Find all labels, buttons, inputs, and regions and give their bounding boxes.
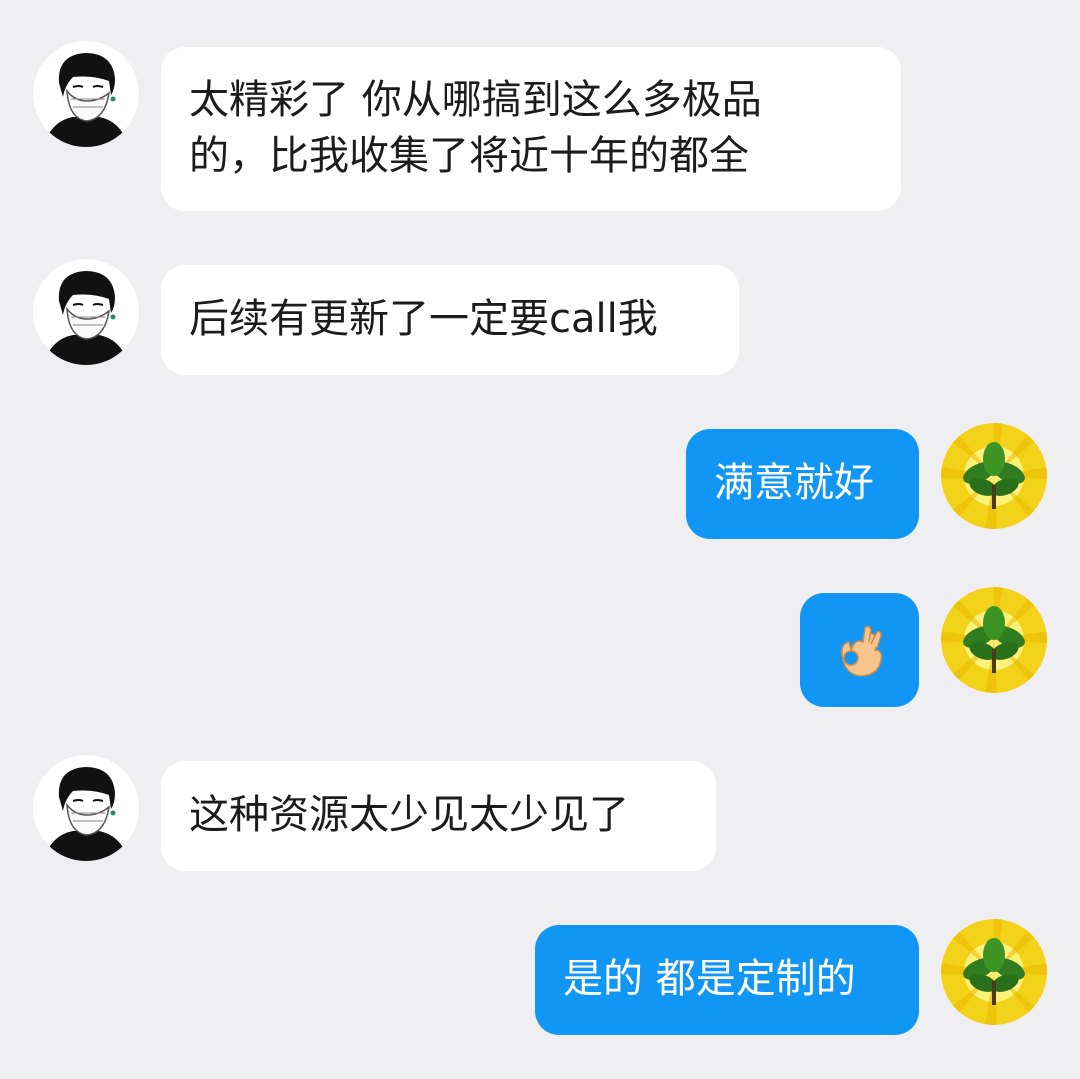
my-avatar[interactable]: [941, 919, 1047, 1025]
masked-person-avatar-icon: [33, 755, 139, 861]
message-bubble-incoming[interactable]: 太精彩了 你从哪搞到这么多极品 的，比我收集了将近十年的都全: [161, 47, 901, 211]
contact-avatar[interactable]: [33, 259, 139, 365]
my-avatar[interactable]: [941, 587, 1047, 693]
message-text-line: 太精彩了 你从哪搞到这么多极品: [189, 77, 762, 123]
message-text-line: 的，比我收集了将近十年的都全: [189, 133, 749, 179]
masked-person-avatar-icon: [33, 41, 139, 147]
green-leaf-avatar-icon: [941, 423, 1047, 529]
contact-avatar[interactable]: [33, 41, 139, 147]
green-leaf-avatar-icon: [941, 919, 1047, 1025]
ok-hand-emoji-icon: [841, 625, 883, 677]
message-text: 这种资源太少见太少见了: [189, 792, 629, 838]
green-leaf-avatar-icon: [941, 587, 1047, 693]
message-bubble-incoming[interactable]: 这种资源太少见太少见了: [161, 761, 716, 871]
message-text: 后续有更新了一定要call我: [189, 296, 658, 342]
contact-avatar[interactable]: [33, 755, 139, 861]
message-bubble-outgoing[interactable]: 满意就好: [686, 429, 919, 539]
message-text: 满意就好: [714, 460, 874, 506]
my-avatar[interactable]: [941, 423, 1047, 529]
masked-person-avatar-icon: [33, 259, 139, 365]
message-bubble-incoming[interactable]: 后续有更新了一定要call我: [161, 265, 739, 375]
message-bubble-outgoing[interactable]: [800, 593, 919, 707]
message-bubble-outgoing[interactable]: 是的 都是定制的: [535, 925, 919, 1035]
message-text: 是的 都是定制的: [563, 956, 856, 1002]
